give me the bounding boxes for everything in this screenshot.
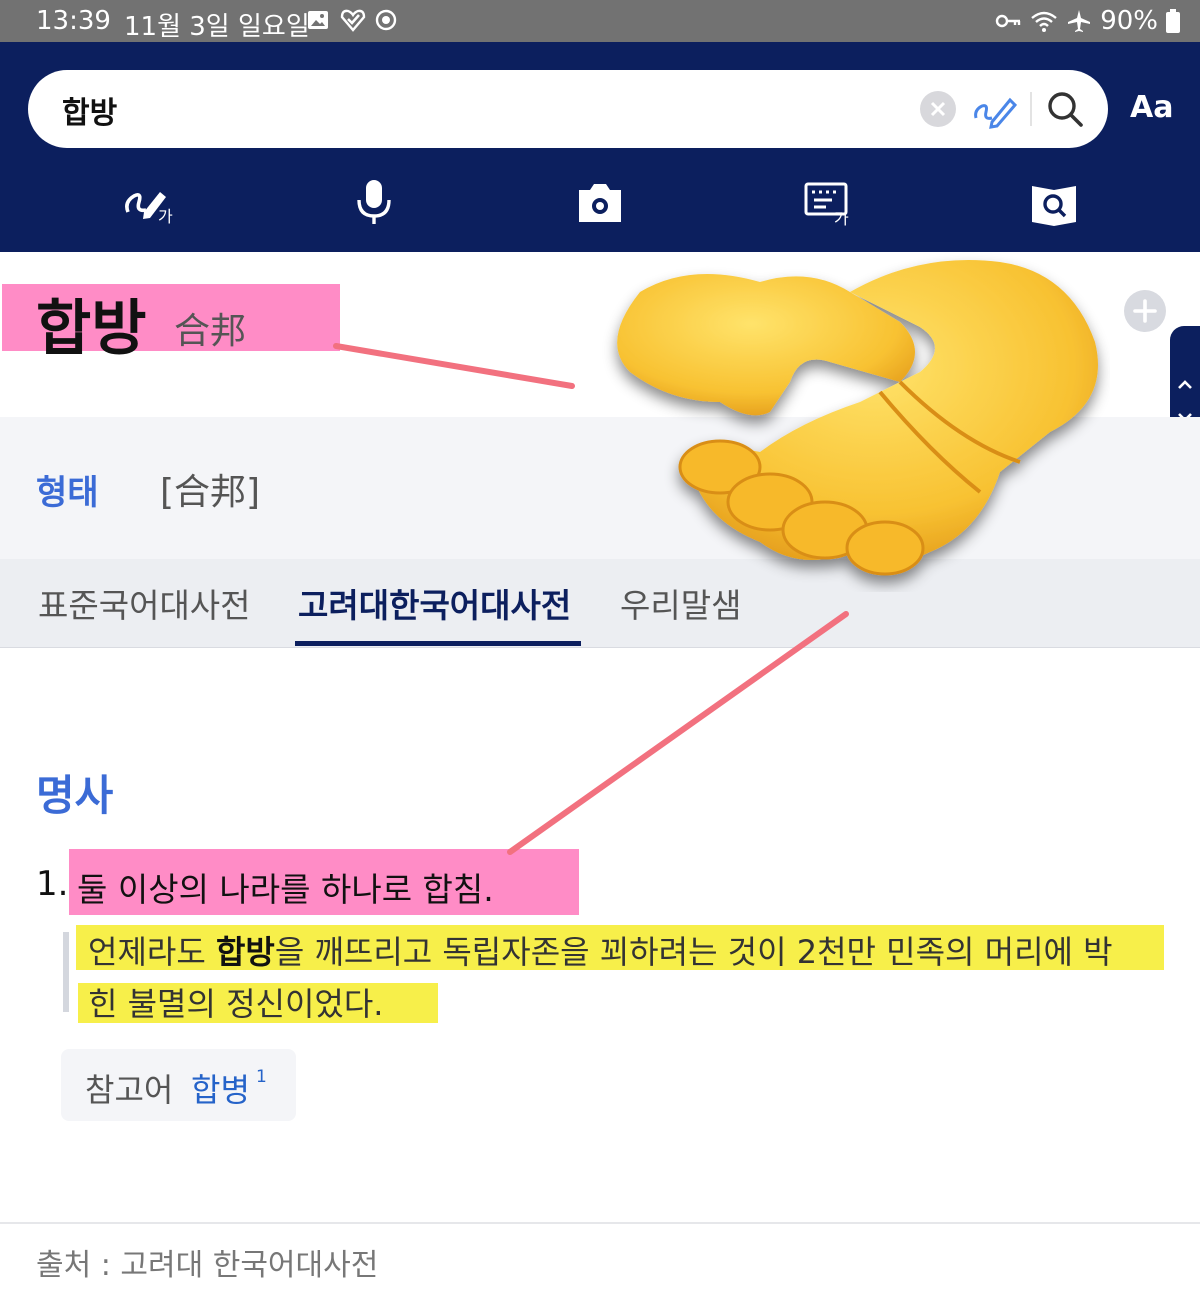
handshake-emoji-icon: [617, 260, 1098, 576]
annotation-line-definition: [507, 611, 849, 855]
annotation-line-headword: [333, 343, 575, 389]
annotation-lines: [333, 343, 849, 855]
